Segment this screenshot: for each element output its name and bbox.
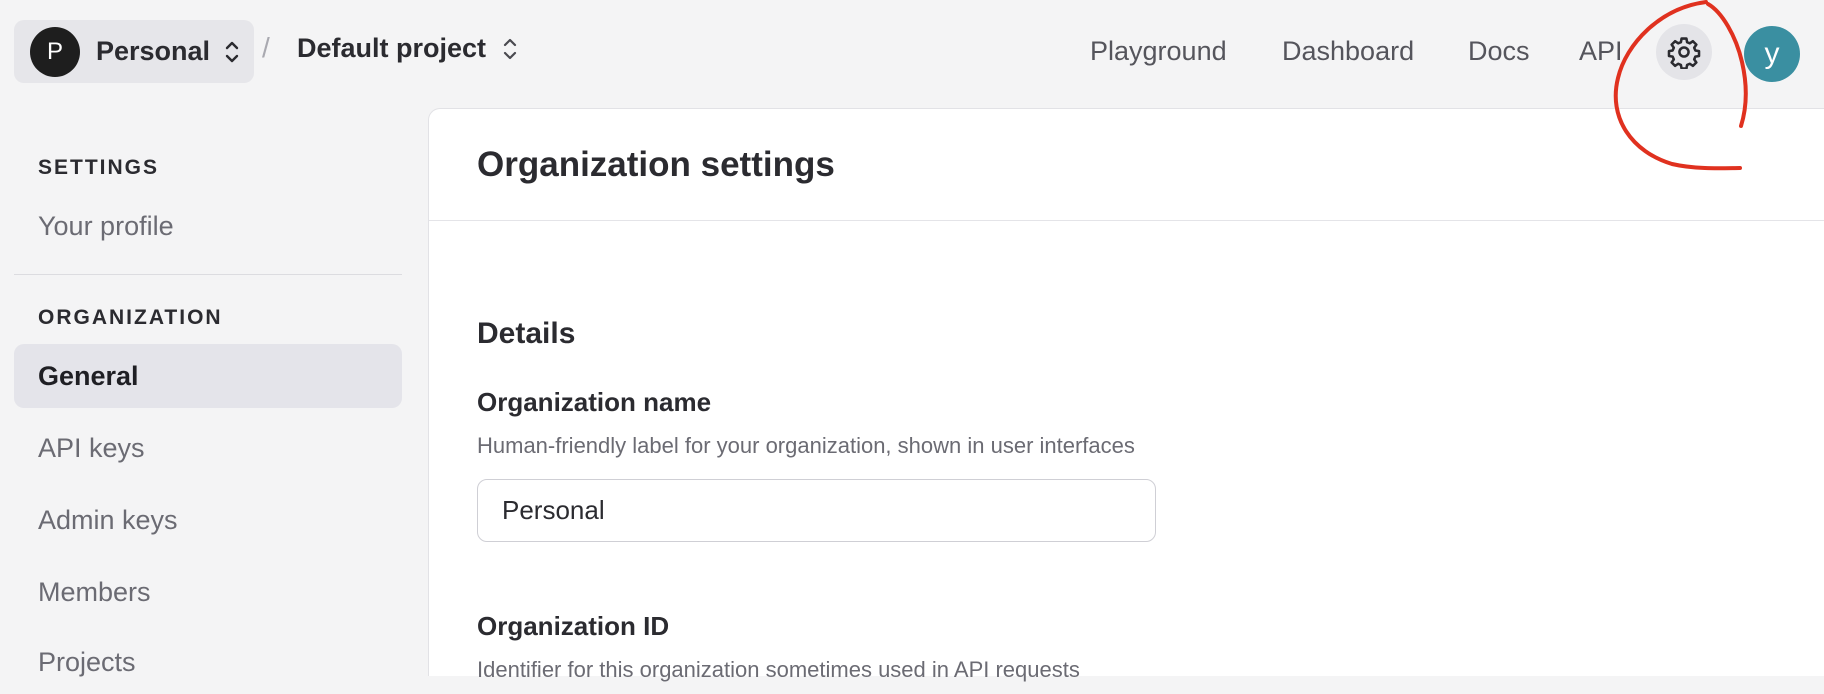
sidebar-heading-settings: SETTINGS: [38, 156, 160, 179]
top-bar: P Personal / Default project Playground …: [0, 0, 1824, 104]
sidebar-item-your-profile[interactable]: Your profile: [14, 194, 402, 258]
sidebar-item-general[interactable]: General: [14, 344, 402, 408]
org-name-help: Human-friendly label for your organizati…: [477, 433, 1135, 458]
org-id-help: Identifier for this organization sometim…: [477, 657, 1080, 682]
gear-icon: [1667, 37, 1701, 69]
panel-divider: [429, 220, 1824, 221]
details-heading: Details: [477, 317, 576, 350]
settings-sidebar: SETTINGS Your profile ORGANIZATION Gener…: [0, 104, 420, 677]
org-avatar: P: [30, 26, 80, 77]
sidebar-item-projects[interactable]: Projects: [14, 630, 402, 694]
sidebar-divider: [14, 274, 402, 275]
org-name: Personal: [96, 36, 211, 66]
settings-panel: Organization settings Details Organizati…: [428, 108, 1824, 682]
nav-playground[interactable]: Playground: [1090, 36, 1227, 67]
sidebar-heading-organization: ORGANIZATION: [38, 306, 223, 329]
org-name-input[interactable]: [477, 479, 1156, 542]
nav-api[interactable]: API: [1579, 36, 1623, 67]
chevron-up-down-icon: [225, 41, 239, 62]
chevron-up-down-icon: [503, 38, 517, 59]
settings-button[interactable]: [1656, 24, 1712, 80]
user-avatar[interactable]: y: [1744, 26, 1800, 82]
sidebar-item-admin-keys[interactable]: Admin keys: [14, 488, 402, 552]
organization-switcher[interactable]: P Personal: [14, 20, 254, 83]
breadcrumb-separator: /: [262, 32, 270, 63]
org-name-label: Organization name: [477, 387, 712, 417]
nav-dashboard[interactable]: Dashboard: [1282, 36, 1414, 67]
nav-docs[interactable]: Docs: [1468, 36, 1530, 67]
project-switcher[interactable]: Default project: [297, 33, 518, 64]
sidebar-item-members[interactable]: Members: [14, 560, 402, 624]
page-title: Organization settings: [477, 145, 835, 184]
org-id-label: Organization ID: [477, 611, 670, 641]
project-name: Default project: [297, 33, 487, 63]
sidebar-item-api-keys[interactable]: API keys: [14, 416, 402, 480]
